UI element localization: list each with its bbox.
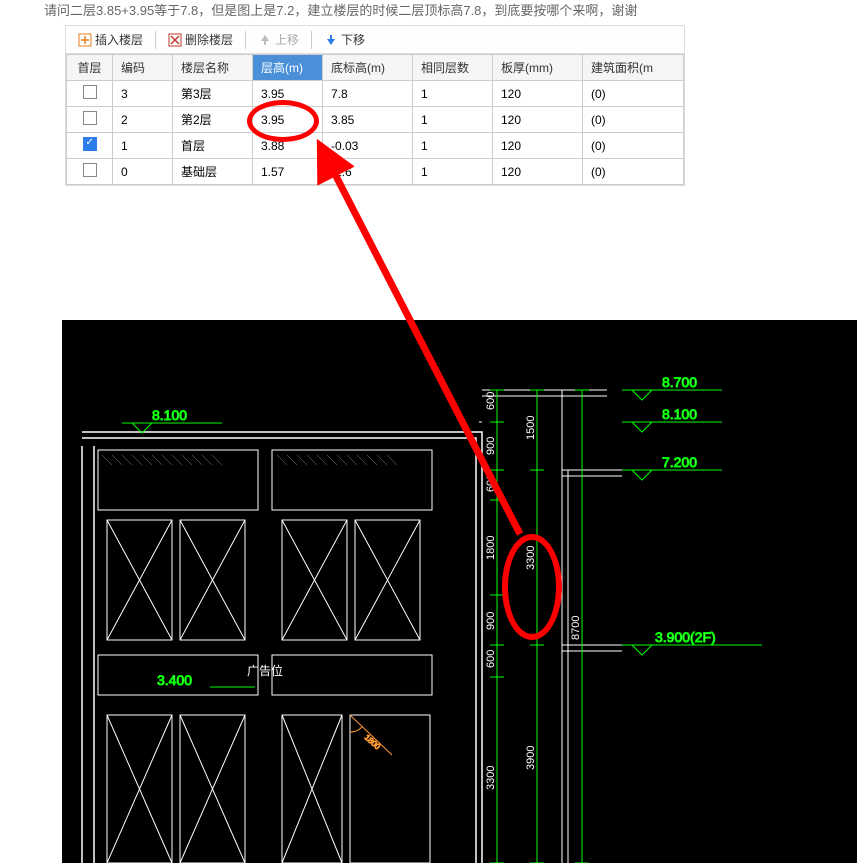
checkbox[interactable] — [83, 111, 97, 125]
insert-floor-button[interactable]: 插入楼层 — [70, 29, 151, 50]
checkbox[interactable] — [83, 137, 97, 151]
cad-elev-8700: 8.700 — [662, 374, 697, 390]
cad-dim-600c: 600 — [485, 650, 497, 668]
cad-dim-3300b: 3300 — [485, 766, 497, 790]
cell-same[interactable]: 1 — [413, 107, 493, 133]
annotation-ellipse-1 — [247, 100, 319, 142]
cell-area[interactable]: (0) — [583, 81, 684, 107]
cad-elev-7200: 7.200 — [662, 454, 697, 470]
delete-icon — [168, 33, 182, 47]
cell-name[interactable]: 第2层 — [173, 107, 253, 133]
cad-elev-3400: 3.400 — [157, 672, 192, 688]
checkbox-cell[interactable] — [67, 81, 113, 107]
cad-dim-900a: 900 — [485, 437, 497, 455]
cell-same[interactable]: 1 — [413, 81, 493, 107]
cell-thickness[interactable]: 120 — [493, 107, 583, 133]
checkbox-cell[interactable] — [67, 159, 113, 185]
th-first-floor: 首层 — [67, 55, 113, 81]
table-row[interactable]: 3 第3层 3.95 7.8 1 120 (0) — [67, 81, 684, 107]
cad-dim-600b: 600 — [485, 474, 497, 492]
cad-label-ad: 广告位 — [247, 663, 283, 678]
delete-floor-label: 删除楼层 — [185, 31, 233, 48]
insert-floor-label: 插入楼层 — [95, 31, 143, 48]
cell-thickness[interactable]: 120 — [493, 133, 583, 159]
th-thickness: 板厚(mm) — [493, 55, 583, 81]
checkbox-cell[interactable] — [67, 133, 113, 159]
th-name: 楼层名称 — [173, 55, 253, 81]
floor-table: 首层 编码 楼层名称 层高(m) 底标高(m) 相同层数 板厚(mm) 建筑面积… — [66, 54, 684, 185]
cell-height[interactable]: 1.57 — [253, 159, 323, 185]
checkbox-cell[interactable] — [67, 107, 113, 133]
cell-name[interactable]: 第3层 — [173, 81, 253, 107]
cad-svg: 8.100 — [62, 320, 857, 863]
checkbox[interactable] — [83, 85, 97, 99]
move-down-button[interactable]: 下移 — [316, 29, 373, 50]
cad-dim-1500: 1500 — [525, 416, 537, 440]
cad-drawing-area[interactable]: 8.100 — [62, 320, 857, 863]
cad-elev-3900-2f: 3.900(2F) — [655, 629, 716, 645]
arrow-down-icon — [324, 33, 338, 47]
th-same: 相同层数 — [413, 55, 493, 81]
cad-elev-8100-left: 8.100 — [152, 407, 187, 423]
cell-code[interactable]: 2 — [113, 107, 173, 133]
cell-area[interactable]: (0) — [583, 107, 684, 133]
th-height[interactable]: 层高(m) — [253, 55, 323, 81]
cad-dim-3900: 3900 — [525, 746, 537, 770]
move-up-button[interactable]: 上移 — [250, 29, 307, 50]
cell-bottom[interactable]: 3.85 — [323, 107, 413, 133]
cad-dim-1800: 1800 — [485, 536, 497, 560]
cell-same[interactable]: 1 — [413, 133, 493, 159]
cad-elev-8100-right: 8.100 — [662, 406, 697, 422]
th-area: 建筑面积(m — [583, 55, 684, 81]
annotation-ellipse-2 — [502, 534, 562, 640]
toolbar-divider — [311, 31, 312, 49]
th-bottom: 底标高(m) — [323, 55, 413, 81]
cad-dim-8700: 8700 — [570, 616, 582, 640]
delete-floor-button[interactable]: 删除楼层 — [160, 29, 241, 50]
floor-table-container: 插入楼层 删除楼层 上移 下移 首层 编码 — [65, 25, 685, 186]
move-down-label: 下移 — [341, 31, 365, 48]
move-up-label: 上移 — [275, 31, 299, 48]
cell-code[interactable]: 0 — [113, 159, 173, 185]
cell-same[interactable]: 1 — [413, 159, 493, 185]
arrow-up-icon — [258, 33, 272, 47]
cell-area[interactable]: (0) — [583, 159, 684, 185]
checkbox[interactable] — [83, 163, 97, 177]
cell-name[interactable]: 基础层 — [173, 159, 253, 185]
cad-dim-600a: 600 — [485, 392, 497, 410]
floor-toolbar: 插入楼层 删除楼层 上移 下移 — [66, 26, 684, 54]
cell-bottom[interactable]: -1.6 — [323, 159, 413, 185]
cell-area[interactable]: (0) — [583, 133, 684, 159]
cell-bottom[interactable]: -0.03 — [323, 133, 413, 159]
description-text: 请问二层3.85+3.95等于7.8，但是图上是7.2，建立楼层的时候二层顶标高… — [0, 0, 857, 25]
cell-bottom[interactable]: 7.8 — [323, 81, 413, 107]
cell-code[interactable]: 3 — [113, 81, 173, 107]
table-row[interactable]: 1 首层 3.88 -0.03 1 120 (0) — [67, 133, 684, 159]
table-row[interactable]: 0 基础层 1.57 -1.6 1 120 (0) — [67, 159, 684, 185]
toolbar-divider — [245, 31, 246, 49]
cell-name[interactable]: 首层 — [173, 133, 253, 159]
insert-icon — [78, 33, 92, 47]
cad-dim-900b: 900 — [485, 612, 497, 630]
cell-thickness[interactable]: 120 — [493, 81, 583, 107]
cad-angle-label: 1800 — [363, 733, 383, 752]
th-code: 编码 — [113, 55, 173, 81]
table-row[interactable]: 2 第2层 3.95 3.85 1 120 (0) — [67, 107, 684, 133]
toolbar-divider — [155, 31, 156, 49]
cell-thickness[interactable]: 120 — [493, 159, 583, 185]
cell-code[interactable]: 1 — [113, 133, 173, 159]
